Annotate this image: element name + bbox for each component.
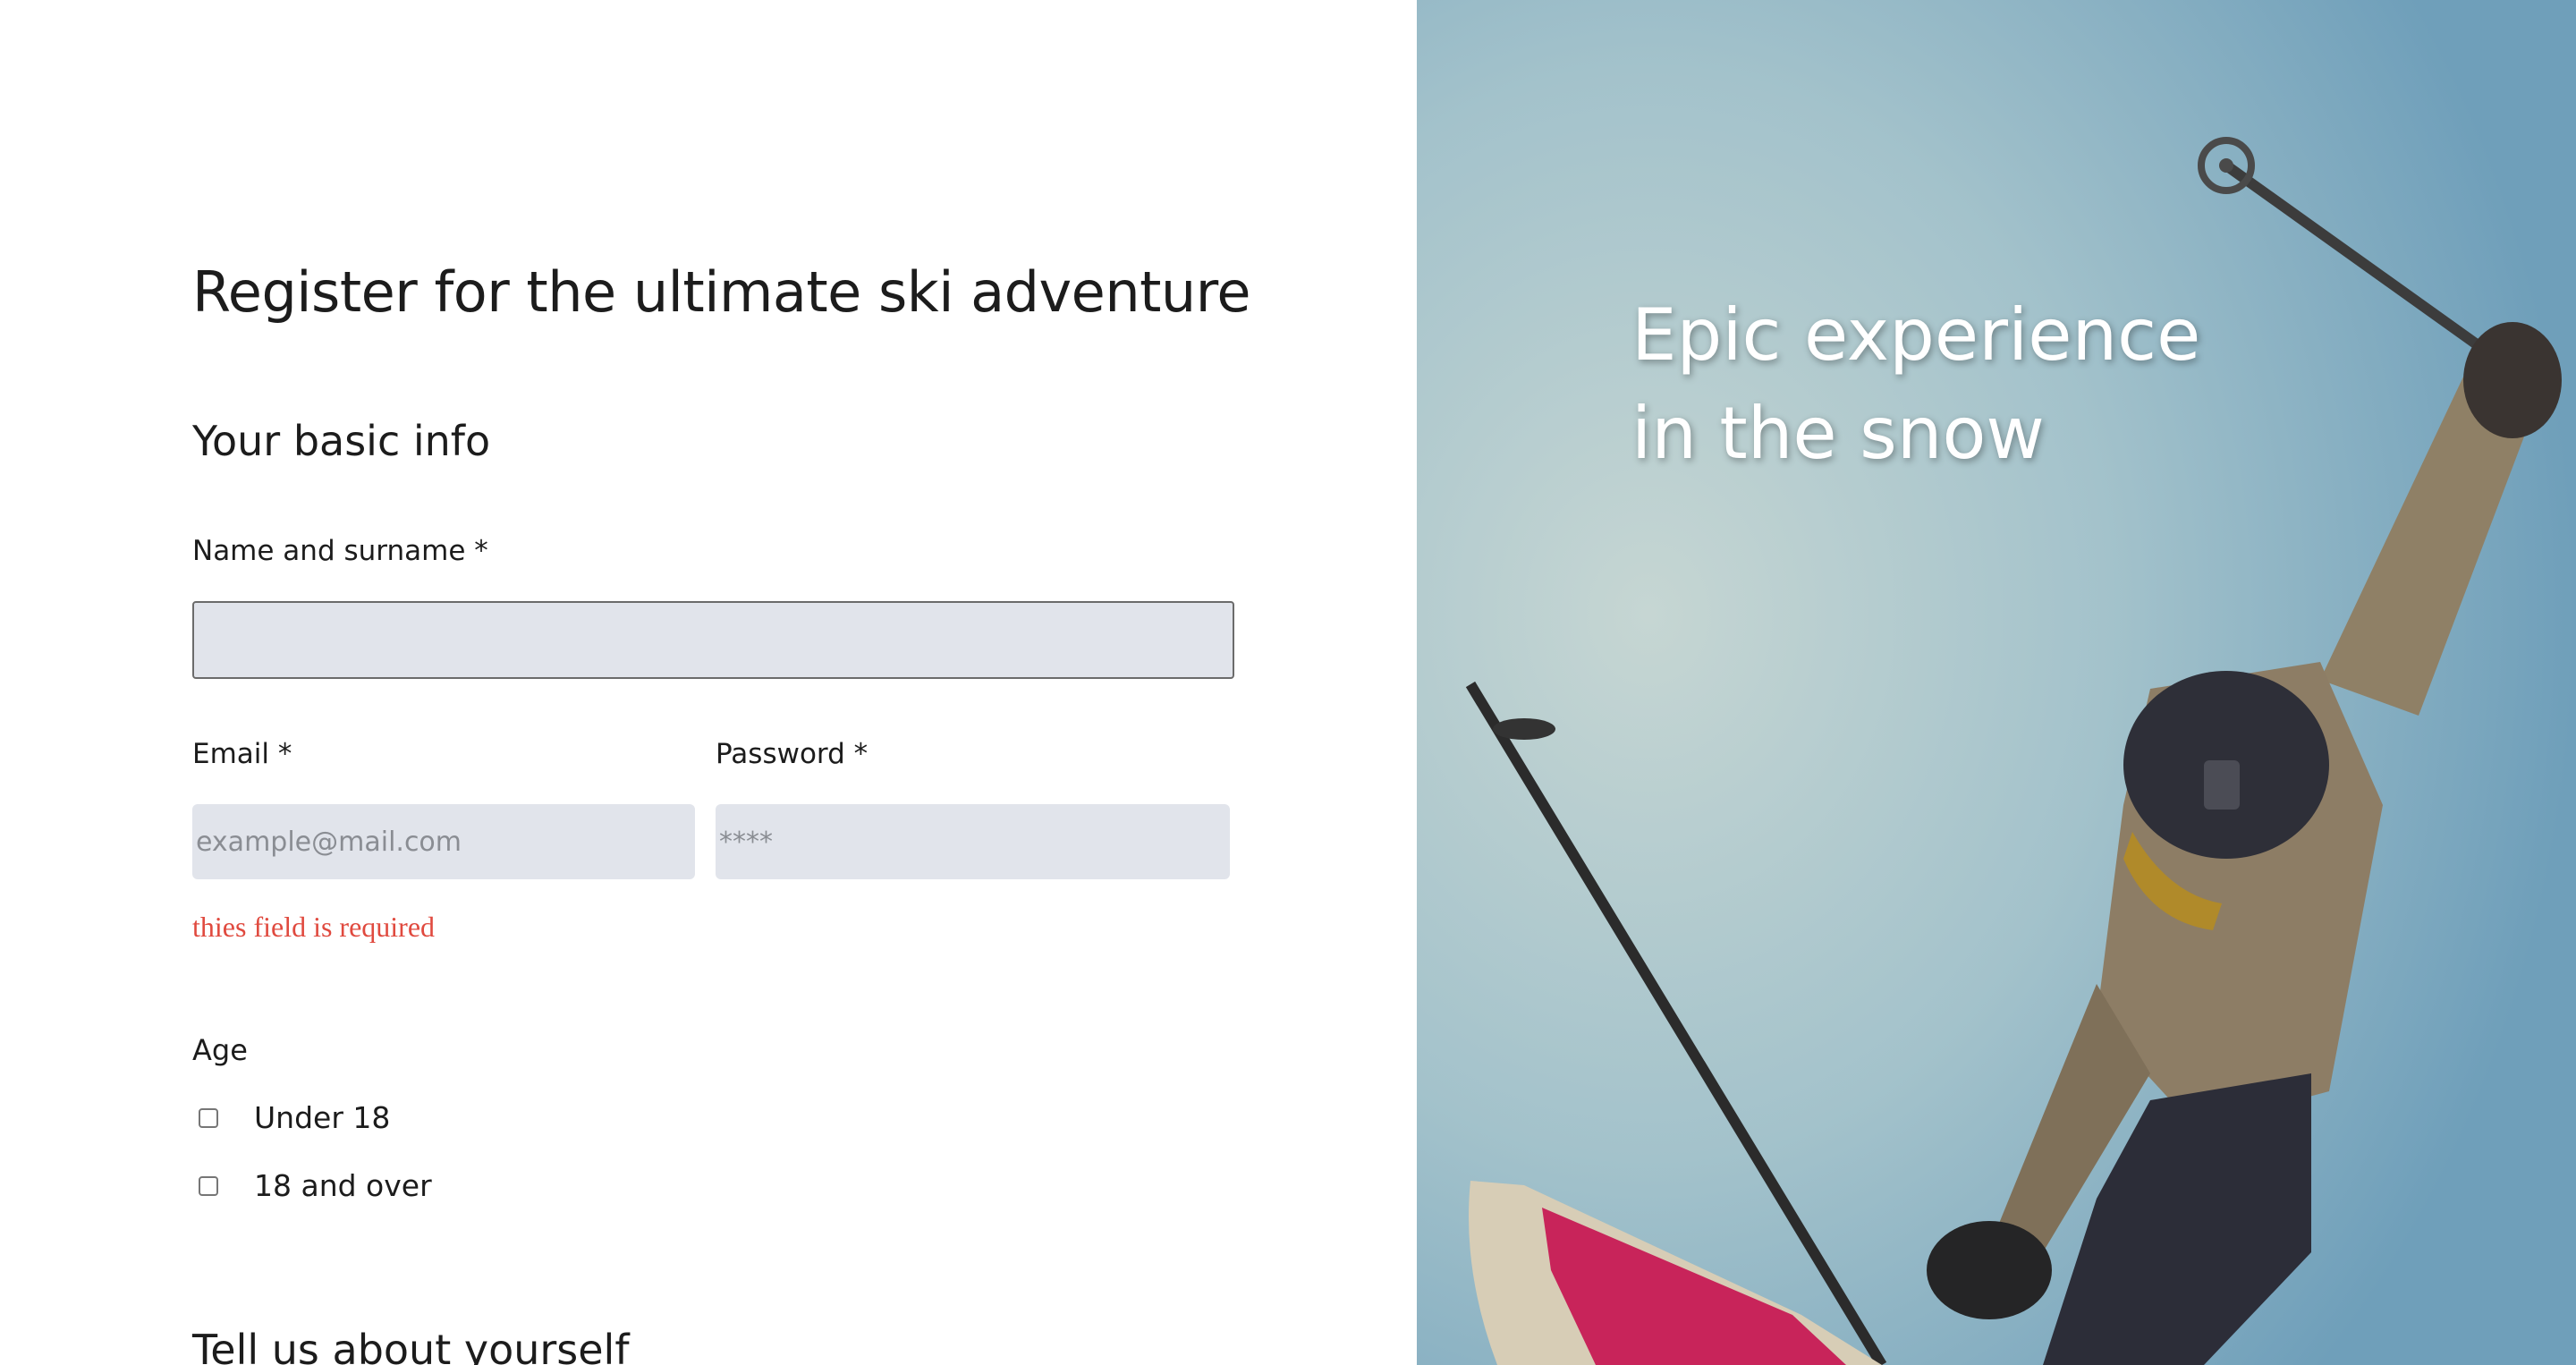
about-yourself-heading: Tell us about yourself (192, 1326, 630, 1365)
age-under-18-checkbox[interactable] (199, 1107, 218, 1128)
email-error-message: thies field is required (192, 911, 436, 943)
name-label: Name and surname * (192, 535, 488, 567)
registration-panel: Register for the ultimate ski adventure … (0, 0, 1417, 1365)
hero-headline-line-2: in the snow (1631, 392, 2045, 475)
name-input[interactable] (192, 601, 1234, 679)
hero-headline: Epic experience in the snow (1631, 286, 2200, 483)
password-input[interactable] (716, 804, 1230, 879)
age-option-under-18[interactable]: Under 18 (199, 1100, 390, 1135)
email-input[interactable] (192, 804, 695, 879)
email-label: Email * (192, 738, 292, 770)
age-under-18-label: Under 18 (254, 1100, 391, 1135)
skier-photo (1417, 0, 2576, 1365)
age-label: Age (192, 1033, 248, 1067)
hero-headline-line-1: Epic experience (1631, 293, 2201, 377)
hero-panel: Epic experience in the snow (1417, 0, 2576, 1365)
password-label: Password * (716, 738, 869, 770)
age-18-and-over-label: 18 and over (254, 1168, 432, 1203)
page-title: Register for the ultimate ski adventure (192, 259, 1251, 325)
age-option-18-and-over[interactable]: 18 and over (199, 1168, 432, 1203)
age-18-and-over-checkbox[interactable] (199, 1175, 218, 1196)
basic-info-heading: Your basic info (192, 417, 491, 465)
